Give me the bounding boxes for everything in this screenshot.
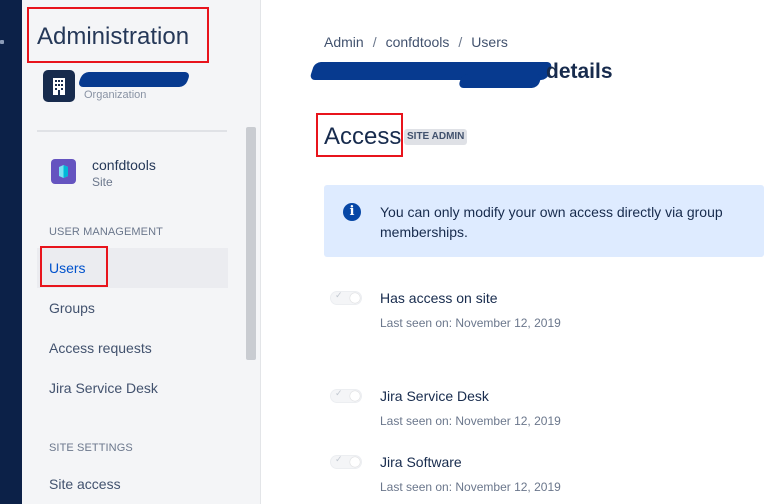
product-name: Jira Service Desk [380,388,489,404]
sidebar-item-access-requests[interactable]: Access requests [37,328,228,368]
breadcrumb: Admin / confdtools / Users [324,34,508,50]
breadcrumb-users[interactable]: Users [471,34,508,50]
product-name: Jira Software [380,454,462,470]
breadcrumb-separator: / [372,34,377,50]
page-title: details [546,60,613,83]
toggle-knob [350,457,360,467]
sidebar-scrollbar[interactable] [246,127,256,360]
highlight-box [40,246,108,287]
site-admin-badge: SITE ADMIN [404,129,468,145]
info-text: You can only modify your own access dire… [380,204,723,240]
site-name[interactable]: confdtools [92,157,156,173]
last-seen: Last seen on: November 12, 2019 [380,414,561,428]
org-subtitle: Organization [84,89,147,101]
site-type: Site [92,175,113,189]
redacted-org-name [77,72,191,87]
toggle-knob [350,293,360,303]
access-toggle-jira-software[interactable]: ✓ [330,454,362,469]
last-seen: Last seen on: November 12, 2019 [380,316,561,330]
sidebar-divider [37,130,227,132]
access-toggle-jira-service-desk[interactable]: ✓ [330,388,362,403]
access-toggle-site[interactable]: ✓ [330,290,362,305]
section-heading-user-management: USER MANAGEMENT [49,226,163,238]
sidebar: Administration Organization confdtools S… [22,0,261,504]
breadcrumb-admin[interactable]: Admin [324,34,364,50]
breadcrumb-separator: / [458,34,463,50]
site-icon[interactable] [51,159,76,184]
redacted-user-name [457,74,543,88]
info-message: i You can only modify your own access di… [324,185,764,257]
global-nav-bar [0,0,22,504]
last-seen: Last seen on: November 12, 2019 [380,480,561,494]
sidebar-item-site-access[interactable]: Site access [37,464,228,504]
breadcrumb-site[interactable]: confdtools [386,34,450,50]
sidebar-item-groups[interactable]: Groups [37,288,228,328]
nav-marker [0,40,4,44]
section-heading-site-settings: SITE SETTINGS [49,442,133,454]
product-name: Has access on site [380,290,498,306]
highlight-box [316,113,403,157]
check-icon: ✓ [335,388,343,398]
highlight-box [27,7,209,63]
info-icon: i [343,203,361,221]
sidebar-item-jira-service-desk[interactable]: Jira Service Desk [37,368,228,408]
organization-icon[interactable] [43,70,75,102]
check-icon: ✓ [335,454,343,464]
toggle-knob [350,391,360,401]
check-icon: ✓ [335,290,343,300]
